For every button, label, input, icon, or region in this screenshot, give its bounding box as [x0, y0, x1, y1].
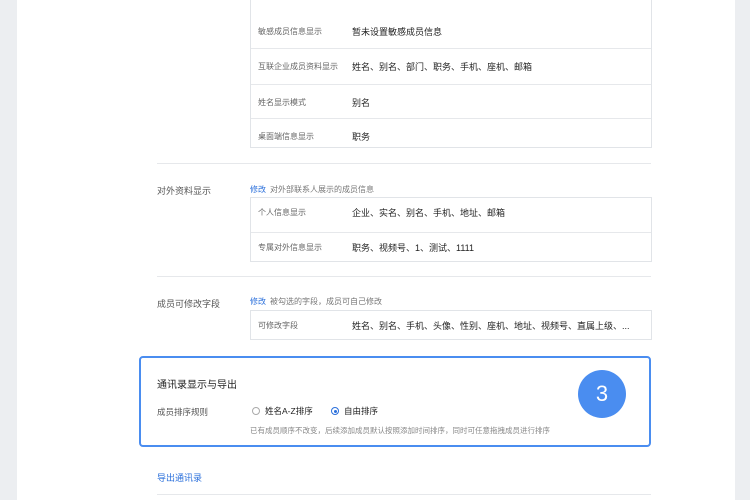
row-label: 姓名显示模式: [258, 97, 306, 107]
sort-option-alpha[interactable]: 姓名A-Z排序: [252, 405, 313, 417]
radio-checked-icon[interactable]: [331, 407, 339, 415]
radio-unchecked-icon[interactable]: [252, 407, 260, 415]
sort-rule-note: 已有成员顺序不改变，后续添加成员默认按照添加时间排序，同时可任意拖拽成员进行排序: [250, 426, 550, 435]
directory-display-title: 通讯录显示与导出: [157, 380, 237, 391]
divider: [157, 494, 651, 495]
divider: [157, 163, 651, 164]
row-label: 桌面端信息显示: [258, 131, 314, 141]
linked-enterprise-info-row: 互联企业成员资料显示 姓名、别名、部门、职务、手机、座机、邮箱: [251, 48, 651, 83]
row-value: 暂未设置敏感成员信息: [352, 26, 443, 37]
row-value: 企业、实名、别名、手机、地址、邮箱: [352, 207, 506, 218]
editable-fields-label: 成员可修改字段: [157, 299, 221, 309]
row-label: 敏感成员信息显示: [258, 26, 322, 36]
exclusive-external-info-row: 专属对外信息显示 职务、视频号、1、测试、1111: [251, 232, 651, 262]
editable-fields-hint: 修改 被勾选的字段，成员可自己修改: [250, 296, 382, 307]
external-info-hint: 修改 对外部联系人展示的成员信息: [250, 184, 374, 195]
row-label: 可修改字段: [258, 320, 298, 330]
row-value: 姓名、别名、手机、头像、性别、座机、地址、视频号、直属上级、...: [352, 320, 630, 331]
personal-info-row: 个人信息显示 企业、实名、别名、手机、地址、邮箱: [251, 198, 651, 226]
row-value: 职务: [352, 131, 371, 142]
external-info-box: 个人信息显示 企业、实名、别名、手机、地址、邮箱 专属对外信息显示 职务、视频号…: [250, 197, 652, 262]
step-badge: 3: [578, 370, 626, 418]
sensitive-info-row: 敏感成员信息显示 暂未设置敏感成员信息: [251, 14, 651, 48]
editable-fields-row: 可修改字段 姓名、别名、手机、头像、性别、座机、地址、视频号、直属上级、...: [250, 310, 652, 340]
row-label: 个人信息显示: [258, 207, 306, 217]
option-label: 姓名A-Z排序: [265, 406, 313, 416]
row-value: 职务、视频号、1、测试、1111: [352, 243, 475, 253]
hint-text: 被勾选的字段，成员可自己修改: [270, 297, 382, 306]
divider: [157, 276, 651, 277]
editable-fields-edit-link[interactable]: 修改: [250, 297, 266, 306]
row-value: 姓名、别名、部门、职务、手机、座机、邮箱: [352, 61, 533, 72]
row-label: 专属对外信息显示: [258, 243, 322, 252]
hint-text: 对外部联系人展示的成员信息: [270, 185, 374, 194]
row-label: 互联企业成员资料显示: [258, 61, 338, 71]
option-label: 自由排序: [344, 406, 379, 416]
name-display-mode-row: 姓名显示模式 别名: [251, 84, 651, 119]
member-display-settings: 敏感成员信息显示 暂未设置敏感成员信息 互联企业成员资料显示 姓名、别名、部门、…: [250, 0, 652, 148]
row-value: 别名: [352, 97, 371, 108]
external-info-label: 对外资料显示: [157, 186, 212, 196]
external-info-edit-link[interactable]: 修改: [250, 185, 266, 194]
export-directory-link[interactable]: 导出通讯录: [157, 471, 202, 484]
sort-option-free[interactable]: 自由排序: [331, 405, 378, 417]
desktop-info-row: 桌面端信息显示 职务: [251, 118, 651, 153]
sort-rule-label: 成员排序规则: [157, 407, 209, 417]
